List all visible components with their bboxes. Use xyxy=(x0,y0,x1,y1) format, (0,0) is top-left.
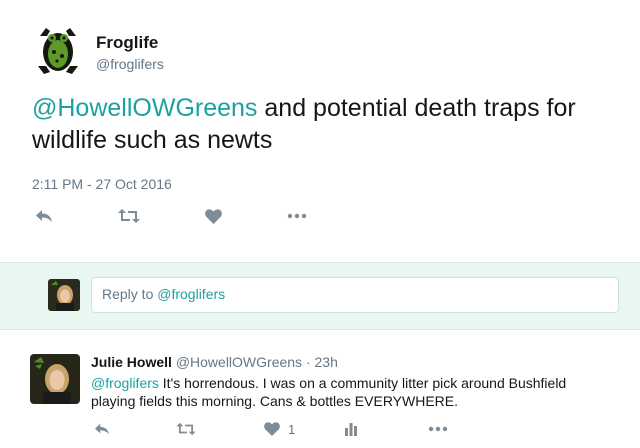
user-photo-icon xyxy=(48,279,80,311)
reply-composer-bar: Reply to @froglifers xyxy=(0,262,640,330)
user-photo-icon xyxy=(30,354,80,404)
heart-icon xyxy=(204,208,222,224)
retweet-icon xyxy=(118,209,140,223)
tweet-text: @HowellOWGreens and potential death trap… xyxy=(32,92,622,156)
reply-placeholder-mention: @froglifers xyxy=(157,286,226,302)
retweet-button[interactable] xyxy=(117,204,141,228)
more-icon xyxy=(287,213,307,219)
reply-retweet-button[interactable] xyxy=(175,418,197,440)
reply-separator: · xyxy=(305,354,311,370)
reply-like-button[interactable] xyxy=(261,418,283,440)
reply-tweet: Julie Howell @HowellOWGreens · 23h @frog… xyxy=(0,342,640,448)
like-count: 1 xyxy=(288,422,296,437)
current-user-avatar xyxy=(48,279,80,311)
reply-more-button[interactable] xyxy=(427,418,449,440)
reply-reply-button[interactable] xyxy=(91,418,113,440)
retweet-icon xyxy=(176,422,196,436)
like-button[interactable] xyxy=(201,204,225,228)
reply-text: @froglifers It's horrendous. I was on a … xyxy=(91,374,611,410)
more-button[interactable] xyxy=(285,204,309,228)
author-handle[interactable]: @froglifers xyxy=(96,56,164,72)
reply-author-name[interactable]: Julie Howell xyxy=(91,354,172,370)
reply-time[interactable]: 23h xyxy=(315,354,338,370)
tweet-timestamp[interactable]: 2:11 PM - 27 Oct 2016 xyxy=(32,176,172,192)
reply-author-handle[interactable]: @HowellOWGreens xyxy=(176,354,302,370)
reply-header: Julie Howell @HowellOWGreens · 23h xyxy=(91,354,338,370)
tweet-mention-link[interactable]: @HowellOWGreens xyxy=(32,94,257,122)
author-name[interactable]: Froglife xyxy=(96,33,158,53)
reply-mention-link[interactable]: @froglifers xyxy=(91,375,159,391)
reply-button[interactable] xyxy=(32,204,56,228)
reply-icon xyxy=(36,210,52,222)
analytics-button[interactable] xyxy=(340,418,362,440)
more-icon xyxy=(428,426,448,432)
frog-logo-icon xyxy=(30,22,86,78)
froglife-avatar[interactable] xyxy=(30,22,86,78)
main-tweet: Froglife @froglifers @HowellOWGreens and… xyxy=(0,0,640,260)
julie-howell-avatar[interactable] xyxy=(30,354,80,404)
reply-body: It's horrendous. I was on a community li… xyxy=(91,375,567,409)
reply-icon xyxy=(95,423,109,435)
reply-input[interactable]: Reply to @froglifers xyxy=(91,277,619,313)
heart-icon xyxy=(264,422,280,436)
reply-placeholder-prefix: Reply to xyxy=(102,286,158,302)
analytics-icon xyxy=(345,423,357,436)
